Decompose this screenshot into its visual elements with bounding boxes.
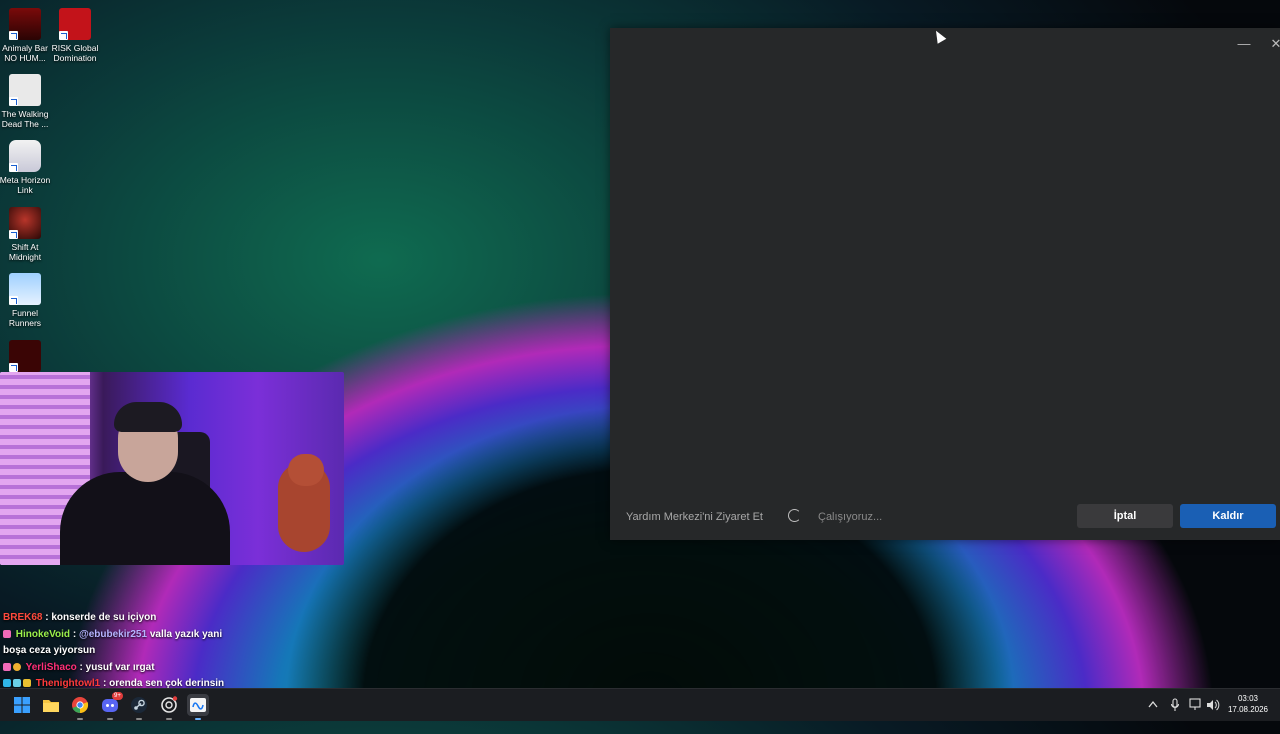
desktop-icon-risk[interactable]: RISK Global Domination (48, 8, 102, 63)
chat-text: : yusuf var ırgat (76, 661, 155, 673)
taskbar-clock[interactable]: 03:03 17.08.2026 (1222, 693, 1274, 715)
chat-message-continuation: boşa ceza yiyorsun (3, 645, 96, 656)
volume-icon[interactable] (1206, 689, 1220, 721)
desktop-icon-label: RISK Global Domination (51, 43, 99, 63)
help-center-link[interactable]: Yardım Merkezi'ni Ziyaret Et (626, 511, 763, 523)
file-explorer-icon[interactable] (40, 694, 62, 716)
desktop-icon-label: Animaly Bar NO HUM... (2, 43, 48, 63)
chat-message: BREK68 : konserde de su içiyon (3, 610, 218, 627)
walking-dead-icon (9, 74, 41, 106)
chat-username: BREK68 (3, 612, 43, 623)
taskbar: 9+ 03:03 17.08.2026 (0, 688, 1280, 721)
risk-icon (59, 8, 91, 40)
microphone-icon[interactable] (1170, 689, 1180, 721)
steam-icon[interactable] (128, 694, 150, 720)
chat-badge-icon (13, 662, 21, 671)
cancel-button[interactable]: İptal (1077, 504, 1173, 528)
network-icon[interactable] (1189, 689, 1203, 721)
chat-badge-icon (3, 662, 11, 671)
game-icon (9, 340, 41, 372)
clock-time: 03:03 (1237, 694, 1259, 703)
streamer-body (60, 472, 230, 565)
discord-badge: 9+ (112, 692, 123, 700)
uninstall-dialog: — ✕ Yardım Merkezi'ni Ziyaret Et Çalışıy… (610, 28, 1280, 540)
desktop-icon-animaly-bar[interactable]: Animaly Bar NO HUM... (0, 8, 52, 63)
desktop-icon-label: Shift At Midnight (8, 242, 42, 262)
start-windows-icon[interactable] (11, 694, 33, 716)
chat-message: HinokeVoid : @ebubekir251 valla yazık ya… (3, 627, 222, 644)
chat-mention: @ebubekir251 (78, 628, 148, 640)
animaly-bar-icon (9, 8, 41, 40)
desktop-icon-funnel-runners[interactable]: Funnel Runners (0, 273, 52, 328)
discord-icon[interactable]: 9+ (99, 692, 123, 720)
chat-badge-icon (13, 679, 21, 687)
chat-text: valla yazık yani (147, 628, 223, 640)
teddy-bear-head (288, 454, 324, 486)
chat-badge-icon (3, 629, 11, 638)
desktop-icon-label: Funnel Runners (8, 308, 42, 328)
desktop-icon-meta-horizon[interactable]: Meta Horizon Link (0, 140, 52, 195)
shift-at-midnight-icon (9, 207, 41, 239)
dialog-footer: Yardım Merkezi'ni Ziyaret Et Çalışıyoruz… (610, 500, 1280, 540)
webcam-overlay (0, 372, 344, 565)
chat-username: HinokeVoid (15, 628, 71, 640)
chat-badge-icon (3, 679, 11, 687)
meta-horizon-icon (9, 140, 41, 172)
chat-username: YerliShaco (25, 661, 77, 673)
funnel-runners-icon (9, 273, 41, 305)
meta-app-icon[interactable] (187, 694, 209, 720)
chat-message: YerliShaco : yusuf var ırgat (3, 660, 218, 677)
close-button[interactable]: ✕ (1266, 36, 1280, 52)
status-text: Çalışıyoruz... (818, 511, 883, 523)
stream-chat: BREK68 : konserde de su içiyon HinokeVoi… (3, 610, 224, 693)
loading-spinner-icon (788, 509, 801, 522)
desktop-icon-partial[interactable] (0, 340, 52, 375)
chrome-icon[interactable] (69, 694, 91, 720)
chat-badge-icon (23, 679, 31, 687)
desktop-icon-label: Meta Horizon Link (0, 175, 51, 195)
chat-separator: : (70, 628, 79, 640)
remove-button[interactable]: Kaldır (1180, 504, 1276, 528)
desktop-icon-shift-at-midnight[interactable]: Shift At Midnight (0, 207, 52, 262)
chatgpt-icon[interactable] (158, 694, 180, 720)
streamer-hair (114, 402, 182, 432)
minimize-button[interactable]: — (1234, 36, 1254, 52)
desktop-icon-walking-dead[interactable]: The Walking Dead The ... (0, 74, 52, 129)
clock-date: 17.08.2026 (1227, 705, 1269, 714)
chat-text: : konserde de su içiyon (45, 612, 157, 623)
tray-chevron-up-icon[interactable] (1148, 689, 1158, 721)
desktop-icon-label: The Walking Dead The ... (1, 109, 49, 129)
